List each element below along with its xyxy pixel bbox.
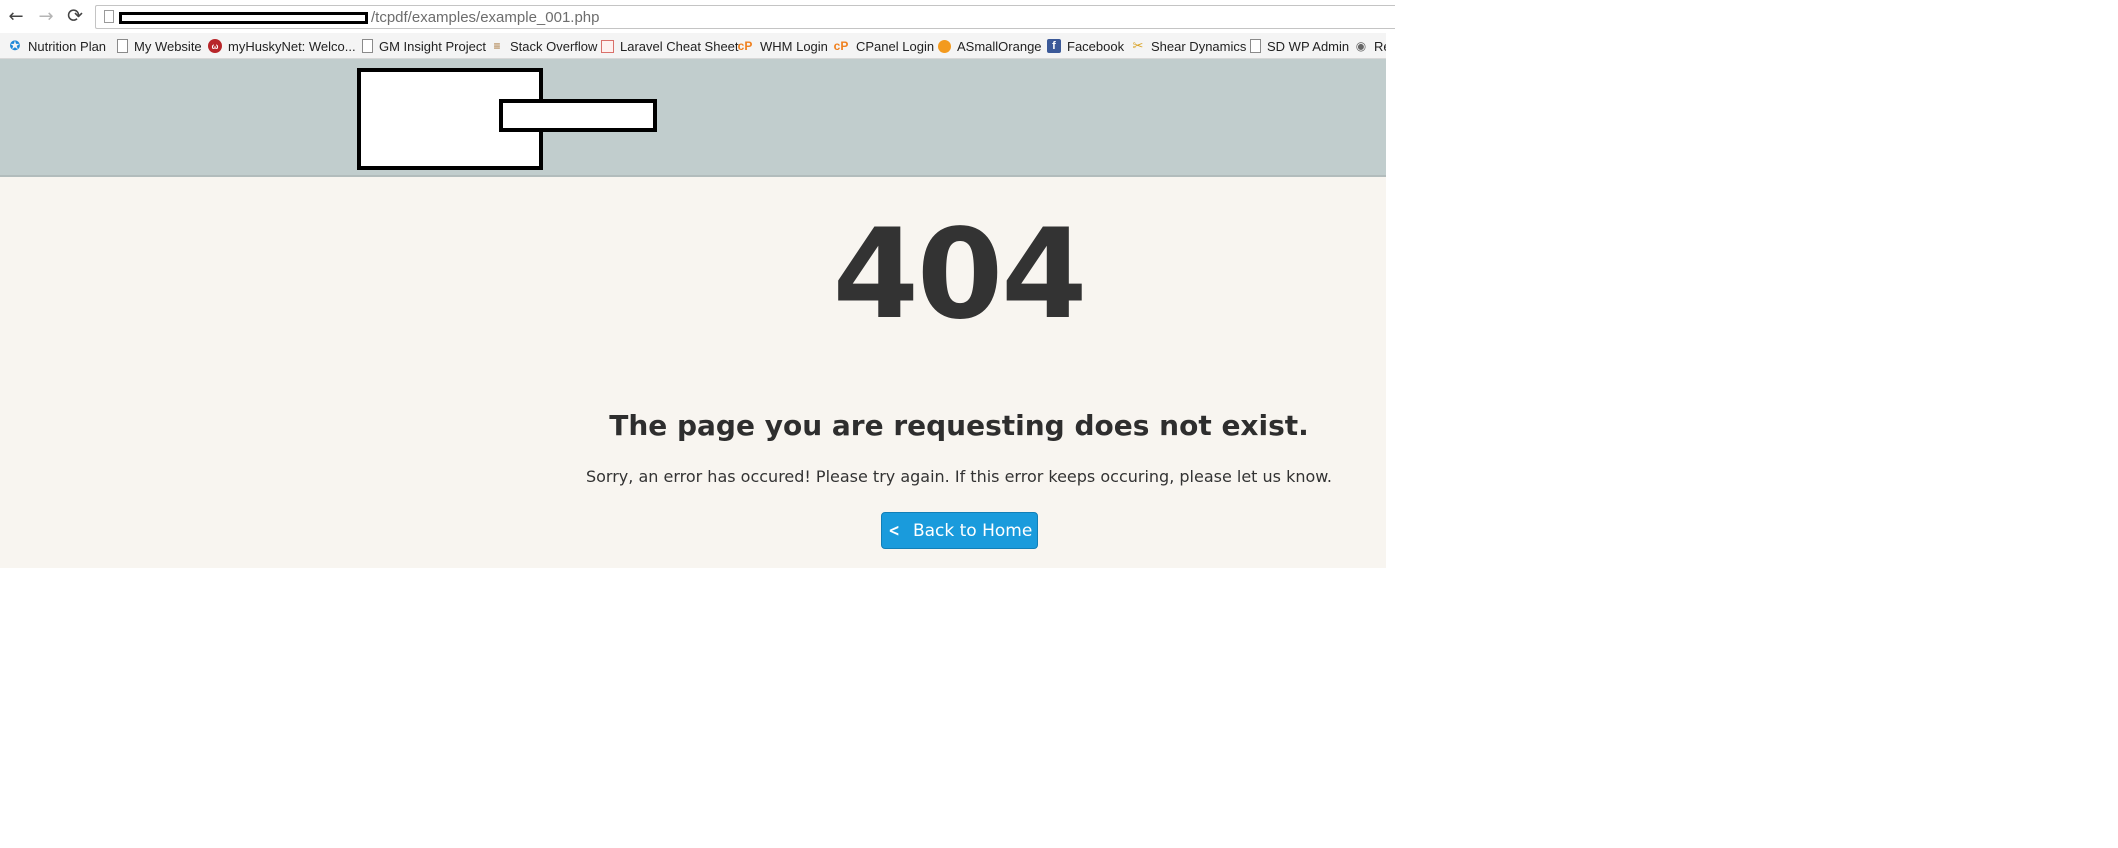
- redacted-domain: [119, 12, 368, 24]
- bookmark-sd-wp-admin[interactable]: SD WP Admin: [1250, 37, 1349, 55]
- url-path: /tcpdf/examples/example_001.php: [371, 9, 600, 26]
- page-icon: [117, 39, 128, 53]
- husky-icon: ω: [208, 39, 222, 53]
- reddit-icon: ◉: [1355, 39, 1367, 53]
- bookmark-my-website[interactable]: My Website: [117, 37, 202, 55]
- bookmark-label: myHuskyNet: Welco...: [228, 38, 356, 54]
- bookmark-asmallorange[interactable]: ASmallOrange: [938, 37, 1042, 55]
- bookmark-label: Stack Overflow: [510, 38, 598, 54]
- forward-arrow-icon[interactable]: →: [34, 4, 58, 28]
- bookmark-cpanel-login[interactable]: cP CPanel Login: [832, 37, 934, 55]
- bookmark-label: Facebook: [1067, 38, 1125, 54]
- bookmark-label: ASmallOrange: [957, 38, 1042, 54]
- shear-icon: ✂: [1132, 38, 1144, 53]
- error-content: 404 The page you are requesting does not…: [0, 177, 1386, 568]
- bookmark-label: My Website: [134, 38, 202, 54]
- page-icon: [362, 39, 373, 53]
- address-bar[interactable]: /tcpdf/examples/example_001.php: [95, 5, 1395, 29]
- browser-toolbar: ← → ⟳ /tcpdf/examples/example_001.php: [0, 0, 1395, 33]
- site-header: [0, 59, 1386, 177]
- orange-icon: [938, 39, 951, 53]
- back-to-home-button[interactable]: < Back to Home: [881, 512, 1038, 549]
- page-icon: [1250, 39, 1261, 53]
- reload-icon[interactable]: ⟳: [63, 4, 87, 28]
- bookmark-whm-login[interactable]: cP WHM Login: [736, 37, 828, 55]
- blue-bird-icon: ✪: [9, 38, 21, 53]
- error-code: 404: [832, 203, 1088, 347]
- redacted-logo-text: [499, 99, 657, 132]
- bookmark-label: Shear Dynamics: [1151, 38, 1247, 54]
- error-message: Sorry, an error has occured! Please try …: [585, 467, 1332, 486]
- bookmark-label: WHM Login: [760, 38, 828, 54]
- facebook-icon: f: [1047, 39, 1061, 53]
- cpanel-icon: cP: [833, 39, 849, 53]
- error-title: The page you are requesting does not exi…: [609, 409, 1309, 442]
- browser-window: ← → ⟳ /tcpdf/examples/example_001.php ✪ N…: [0, 0, 1395, 570]
- bookmark-facebook[interactable]: f Facebook: [1047, 37, 1124, 55]
- bookmark-laravel-cheat-sheet[interactable]: Laravel Cheat Sheet: [601, 37, 739, 55]
- bookmark-label: Nutrition Plan: [28, 38, 107, 54]
- page-icon: [104, 10, 114, 23]
- bookmark-myhuskynet[interactable]: ω myHuskyNet: Welco...: [208, 37, 356, 55]
- bookmark-re[interactable]: ◉ Re: [1354, 37, 1386, 55]
- bookmark-label: CPanel Login: [856, 38, 935, 54]
- chevron-left-icon: <: [888, 520, 900, 541]
- bookmark-nutrition-plan[interactable]: ✪ Nutrition Plan: [8, 37, 107, 55]
- bookmark-label: GM Insight Project: [379, 38, 486, 54]
- bookmark-label: Re: [1374, 38, 1386, 54]
- laravel-icon: [601, 39, 614, 53]
- bookmarks-bar: ✪ Nutrition Plan My Website ω myHuskyNet: …: [0, 33, 1386, 59]
- bookmark-gm-insight-project[interactable]: GM Insight Project: [362, 37, 486, 55]
- bookmark-label: SD WP Admin: [1267, 38, 1350, 54]
- bookmark-label: Laravel Cheat Sheet: [620, 38, 739, 54]
- back-arrow-icon[interactable]: ←: [4, 4, 28, 28]
- stackoverflow-icon: ≡: [493, 39, 501, 53]
- bookmark-shear-dynamics[interactable]: ✂ Shear Dynamics: [1131, 37, 1247, 55]
- bookmark-stack-overflow[interactable]: ≡ Stack Overflow: [490, 37, 597, 55]
- back-to-home-label: Back to Home: [912, 520, 1033, 541]
- cpanel-icon: cP: [737, 39, 753, 53]
